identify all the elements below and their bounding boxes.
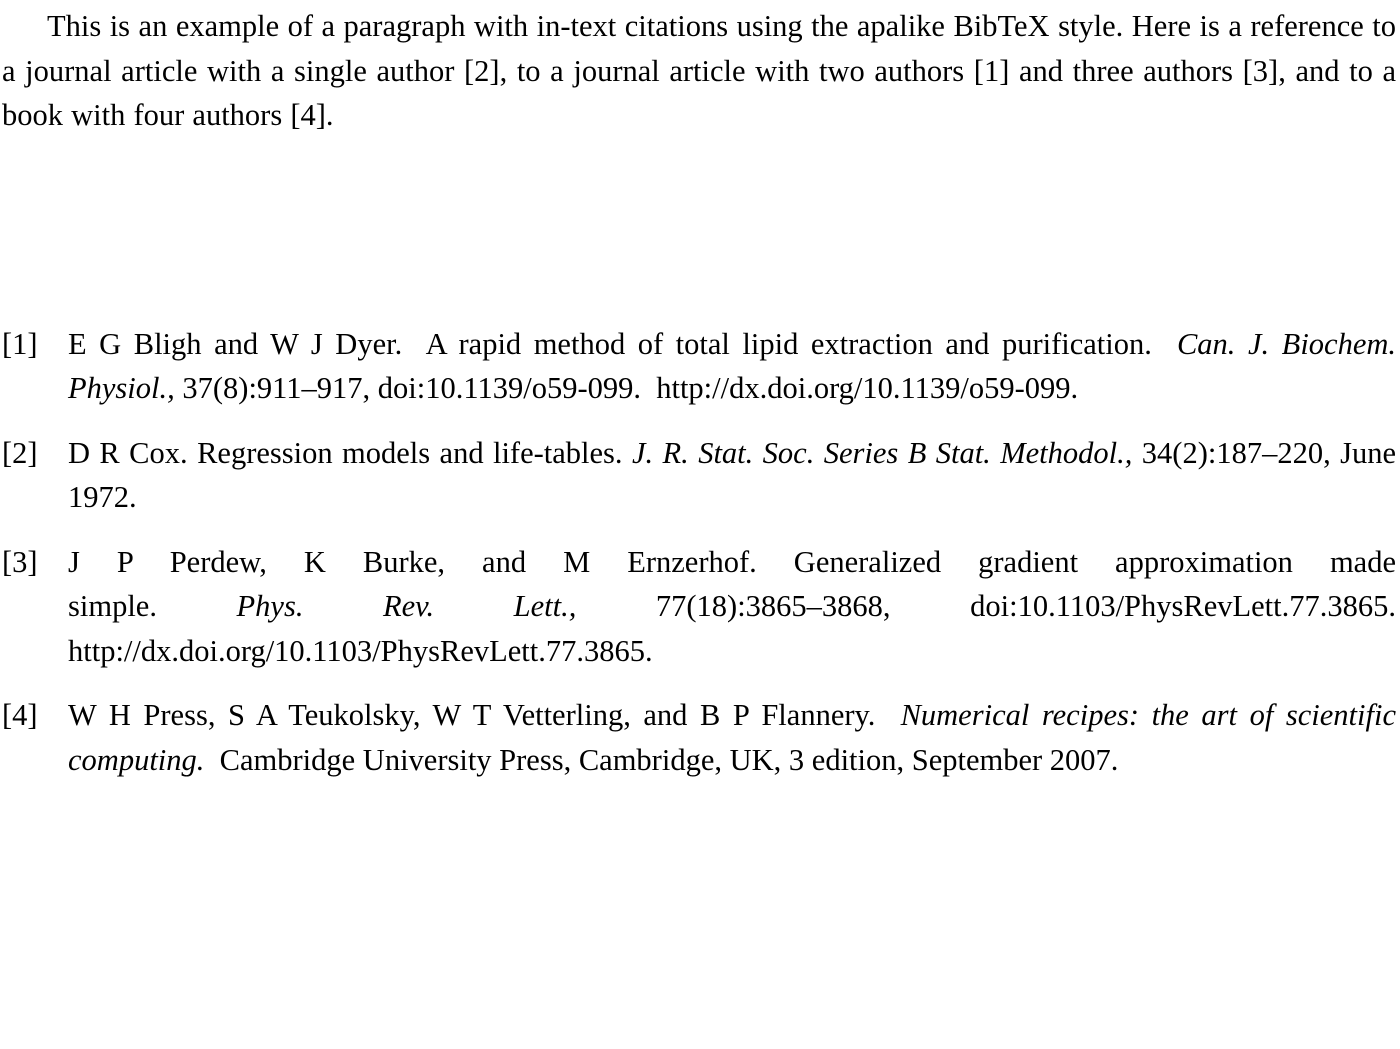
citation-volume-pages-3: 77(18):3865–3868, [655,589,891,623]
citation-place-4: Cambridge, UK, [578,742,782,777]
citation-title-2: Regression models and life-tables. [197,435,623,470]
citation-date-4: September 2007. [911,742,1119,777]
citation-body-2: D R Cox. Regression models and life-tabl… [68,431,1396,520]
citation-journal-2: J. R. Stat. Soc. Series B Stat. Methodol… [631,435,1133,470]
citation-label-1: [1] [2,326,38,361]
citation-volume-pages-2: 34(2):187–220, [1141,435,1331,470]
citation-url-1: http://dx.doi.org/10.1139/o59-099. [656,371,1079,405]
citation-edition-4: 3 edition, [788,742,905,777]
citation-body-4: W H Press, S A Teukolsky, W T Vetterling… [68,693,1396,782]
citation-body-3: J P Perdew, K Burke, and M Ernzerhof. Ge… [68,540,1396,674]
citation-label-3: [3] [2,544,38,579]
citation-authors-2: D R Cox. [68,435,188,470]
citation-label-2: [2] [2,435,38,470]
citation-authors-1: E G Bligh and W J Dyer. [68,326,403,361]
intro-paragraph: This is an example of a paragraph with i… [2,9,1396,132]
citation-publisher-4: Cambridge University Press, [219,742,572,777]
bibliography-entry-1: [1] E G Bligh and W J Dyer. A rapid meth… [2,322,1396,411]
citation-url-3: http://dx.doi.org/10.1103/PhysRevLett.77… [68,633,653,668]
bibliography-entry-2: [2] D R Cox. Regression models and life-… [2,431,1396,520]
citation-label-4: [4] [2,698,38,732]
citation-doi-1: doi:10.1139/o59-099. [377,371,641,405]
citation-doi-3: doi:10.1103/PhysRevLett.77.3865. [970,589,1396,623]
citation-journal-3: Phys. Rev. Lett., [236,589,577,623]
bibliography-spacer [2,138,1396,322]
citation-body-1: E G Bligh and W J Dyer. A rapid method o… [68,322,1396,411]
bibliography-entry-4: [4] W H Press, S A Teukolsky, W T Vetter… [2,693,1396,782]
document-page: This is an example of a paragraph with i… [0,0,1400,1049]
citation-authors-3: J P Perdew, K Burke, and M Ernzerhof. [68,544,757,579]
bibliography-entry-3: [3] J P Perdew, K Burke, and M Ernzerhof… [2,540,1396,674]
bibliography-list: [1] E G Bligh and W J Dyer. A rapid meth… [2,322,1396,783]
citation-volume-pages-1: 37(8):911–917, [182,371,371,405]
citation-authors-4: W H Press, S A Teukolsky, W T Vetterling… [68,698,876,732]
citation-title-1: A rapid method of total lipid extraction… [425,326,1152,361]
